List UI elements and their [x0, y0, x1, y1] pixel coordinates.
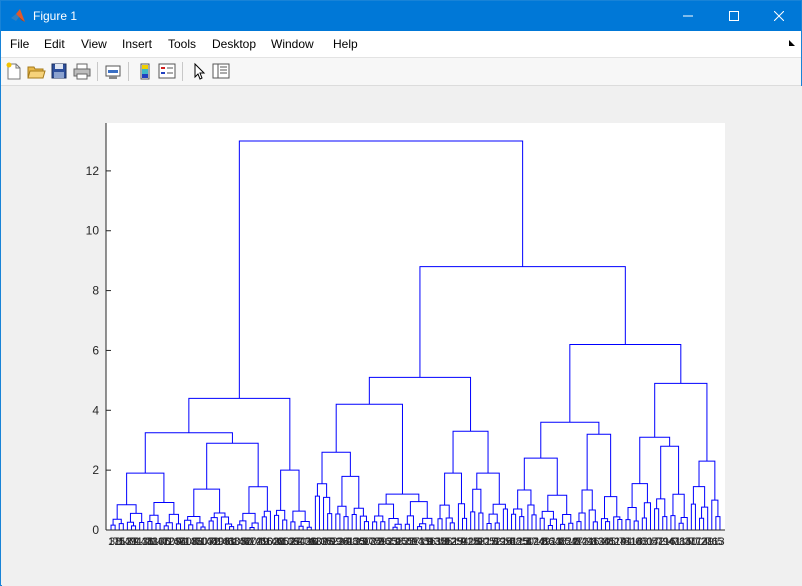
edit-plot-arrow-icon[interactable] — [189, 61, 209, 81]
y-tick-label: 0 — [92, 523, 99, 537]
dendrogram-plot[interactable]: 0 2 4 6 8 10 12 138751121493774111148367311014… — [2, 86, 802, 586]
window-title: Figure 1 — [33, 9, 78, 23]
menu-desktop[interactable]: Desktop — [212, 37, 256, 51]
insert-colorbar-icon[interactable] — [135, 61, 155, 81]
menu-view[interactable]: View — [81, 37, 107, 51]
print-icon[interactable] — [72, 61, 92, 81]
figure-window: Figure 1 File Edit View Insert Tools Des… — [0, 0, 802, 586]
figure-toolbar — [1, 58, 801, 86]
menu-help[interactable]: Help — [333, 37, 358, 51]
dock-arrow-icon[interactable] — [788, 39, 796, 47]
x-leaf-label: 5 — [717, 536, 723, 548]
open-file-icon[interactable] — [26, 61, 46, 81]
menu-edit[interactable]: Edit — [44, 37, 65, 51]
title-bar[interactable]: Figure 1 — [1, 1, 801, 31]
matlab-logo-icon — [11, 9, 25, 22]
save-icon[interactable] — [49, 61, 69, 81]
x-axis-leaf-labels: 1387511214937741111483673110147357210914… — [108, 536, 725, 548]
toolbar-separator — [182, 62, 183, 81]
y-tick-label: 10 — [86, 224, 100, 238]
menu-bar: File Edit View Insert Tools Desktop Wind… — [1, 31, 801, 58]
y-tick-label: 12 — [86, 164, 100, 178]
toolbar-separator — [97, 62, 98, 81]
menu-insert[interactable]: Insert — [122, 37, 152, 51]
menu-tools[interactable]: Tools — [168, 37, 196, 51]
toolbar-separator — [128, 62, 129, 81]
y-tick-label: 4 — [92, 403, 99, 417]
figure-canvas: 0 2 4 6 8 10 12 1 38 75 112 149 37 74 111 148 36 73 110 14… — [2, 86, 802, 586]
close-icon — [774, 11, 784, 21]
y-tick-label: 8 — [92, 284, 99, 298]
minimize-icon — [683, 15, 693, 17]
menu-window[interactable]: Window — [271, 37, 314, 51]
insert-legend-icon[interactable] — [157, 61, 177, 81]
maximize-button[interactable] — [711, 1, 757, 31]
property-inspector-icon[interactable] — [211, 61, 231, 81]
minimize-button[interactable] — [665, 1, 711, 31]
menu-file[interactable]: File — [10, 37, 29, 51]
y-tick-label: 2 — [92, 463, 99, 477]
y-tick-label: 6 — [92, 343, 99, 357]
axes-background — [106, 123, 725, 530]
maximize-icon — [729, 11, 739, 21]
close-button[interactable] — [756, 1, 802, 31]
link-plot-icon[interactable] — [103, 61, 123, 81]
new-figure-icon[interactable] — [4, 61, 24, 81]
